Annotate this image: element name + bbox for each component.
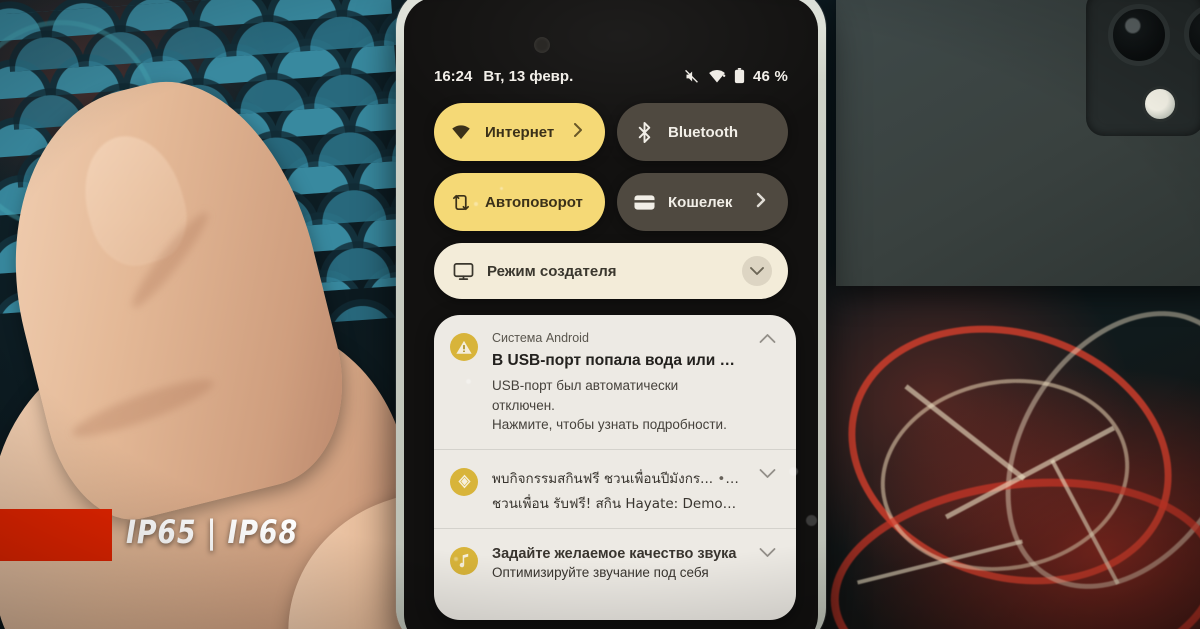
monitor-icon xyxy=(452,260,474,282)
screenshot-scene: 16:24 Вт, 13 февр. 46 % Интернет Bluetoo… xyxy=(0,0,1200,629)
auto-rotate-icon xyxy=(450,191,472,213)
quick-settings-panel: Интернет Bluetooth Автоповорот Кошелек Р… xyxy=(424,93,788,299)
status-time: 16:24 xyxy=(434,67,473,85)
status-date: Вт, 13 февр. xyxy=(483,67,574,85)
red-banner xyxy=(0,509,112,561)
camera-flash-icon xyxy=(1142,86,1178,122)
battery-percent: 46 % xyxy=(753,67,788,85)
dust-speck xyxy=(466,379,471,384)
chevron-down-icon[interactable] xyxy=(742,256,772,286)
wifi-icon xyxy=(450,121,472,143)
quick-settings-row: Автоповорот Кошелек xyxy=(424,163,788,241)
notification-time: • 3 мин. xyxy=(717,470,740,487)
wallet-icon xyxy=(633,191,655,213)
quick-tile-creator-mode-label: Режим создателя xyxy=(487,262,617,280)
quick-tile-wallet-label: Кошелек xyxy=(668,193,733,211)
notification-shade: Система Android В USB-порт попала вода и… xyxy=(434,315,796,620)
bluetooth-icon xyxy=(633,121,655,143)
chevron-down-icon[interactable] xyxy=(754,466,780,514)
ip-rating-overlay-text: IP65 | IP68 xyxy=(126,513,298,551)
phone-device: 16:24 Вт, 13 февр. 46 % Интернет Bluetoo… xyxy=(396,0,826,629)
dust-speck xyxy=(474,202,478,206)
notification-sound-quality[interactable]: Задайте желаемое качество звука Оптимизи… xyxy=(434,527,796,594)
mute-icon xyxy=(683,69,700,84)
notification-app-name: Система Android xyxy=(492,331,589,345)
status-bar: 16:24 Вт, 13 февр. 46 % xyxy=(404,63,818,89)
chevron-right-icon[interactable] xyxy=(573,122,589,142)
dust-speck xyxy=(789,467,798,476)
chevron-down-icon[interactable] xyxy=(754,545,780,580)
notification-game[interactable]: พบกิจกรรมสกินฟรี ชวนเพื่อนปีมังกร... • 3… xyxy=(434,448,796,528)
front-camera-icon xyxy=(534,37,550,53)
quick-tile-bluetooth-label: Bluetooth xyxy=(668,123,738,141)
game-diamond-icon xyxy=(450,467,478,496)
dust-speck xyxy=(806,515,817,526)
quick-tile-auto-rotate-label: Автоповорот xyxy=(485,193,583,211)
wifi-icon xyxy=(708,69,726,84)
quick-settings-row: Интернет Bluetooth xyxy=(424,93,788,171)
quick-tile-internet-label: Интернет xyxy=(485,123,555,141)
battery-icon xyxy=(734,68,745,84)
dust-speck xyxy=(500,187,503,190)
notification-body: Система Android В USB-порт попала вода и… xyxy=(492,331,740,435)
notification-body: พบกิจกรรมสกินฟรี ชวนเพื่อนปีมังกร... • 3… xyxy=(492,466,740,514)
dust-speck xyxy=(454,557,458,561)
chevron-up-icon[interactable] xyxy=(754,331,780,435)
notification-body: Задайте желаемое качество звука Оптимизи… xyxy=(492,545,740,580)
chevron-right-icon[interactable] xyxy=(756,192,772,212)
status-bar-left: 16:24 Вт, 13 февр. xyxy=(434,68,573,85)
warning-icon xyxy=(450,333,478,361)
phone-screen[interactable]: 16:24 Вт, 13 февр. 46 % Интернет Bluetoo… xyxy=(404,0,818,629)
quick-tile-auto-rotate[interactable]: Автоповорот xyxy=(424,163,615,241)
quick-tile-bluetooth[interactable]: Bluetooth xyxy=(617,103,788,161)
notification-title-text: พบกิจกรรมสกินฟรี ชวนเพื่อนปีมังกร... xyxy=(492,470,714,487)
notification-title: พบกิจกรรมสกินฟรี ชวนเพื่อนปีมังกร... • 3… xyxy=(492,467,740,489)
notification-text: USB-порт был автоматически отключен. Наж… xyxy=(492,378,727,433)
notification-android-system[interactable]: Система Android В USB-порт попала вода и… xyxy=(434,315,796,449)
notification-title: В USB-порт попала вода или грязь xyxy=(492,352,740,369)
status-bar-right: 46 % xyxy=(683,68,788,85)
camera-lens-icon xyxy=(1108,4,1170,66)
quick-tile-internet[interactable]: Интернет xyxy=(424,93,615,171)
quick-tile-wallet[interactable]: Кошелек xyxy=(617,173,788,231)
notification-text: ชวนเพื่อน รับฟรี! สกิน Hayate: Demon Van… xyxy=(492,495,740,512)
notification-title: Задайте желаемое качество звука xyxy=(492,545,737,562)
quick-tile-creator-mode[interactable]: Режим создателя xyxy=(434,243,788,299)
notification-text: Оптимизируйте звучание под себя xyxy=(492,564,709,580)
